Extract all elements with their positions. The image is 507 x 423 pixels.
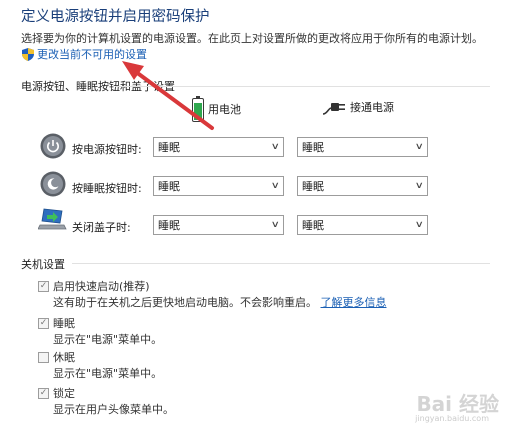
power-button-battery-select[interactable]: 睡眠 ∨ [153, 137, 284, 157]
baidu-watermark: Bai 经验 [416, 392, 499, 416]
sleep-button-row-label: 按睡眠按钮时: [72, 182, 142, 195]
hibernate-checkbox[interactable] [38, 352, 49, 363]
select-value: 睡眠 [302, 141, 324, 154]
select-value: 睡眠 [302, 180, 324, 193]
fast-startup-description: 这有助于在关机之后更快地启动电脑。不会影响重启。 了解更多信息 [53, 294, 387, 310]
change-unavailable-settings-link[interactable]: 更改当前不可用的设置 [22, 46, 147, 62]
chevron-down-icon: ∨ [271, 220, 281, 230]
sleep-button-icon [40, 171, 66, 197]
sleep-label: 睡眠 [53, 317, 75, 330]
chevron-down-icon: ∨ [271, 181, 281, 191]
fast-startup-label: 启用快速启动(推荐) [53, 280, 150, 293]
fast-startup-checkbox[interactable]: ✓ [38, 281, 49, 292]
fast-startup-desc-text: 这有助于在关机之后更快地启动电脑。不会影响重启。 [53, 296, 317, 309]
hibernate-description: 显示在"电源"菜单中。 [53, 367, 163, 380]
lid-close-plugged-select[interactable]: 睡眠 ∨ [297, 215, 428, 235]
chevron-down-icon: ∨ [415, 181, 425, 191]
lock-checkbox[interactable]: ✓ [38, 388, 49, 399]
plug-icon [322, 103, 345, 115]
uac-shield-icon [22, 47, 34, 61]
sleep-checkbox[interactable]: ✓ [38, 318, 49, 329]
select-value: 睡眠 [158, 219, 180, 232]
power-button-row-label: 按电源按钮时: [72, 143, 142, 156]
column-header-plugged-in: 接通电源 [322, 99, 394, 115]
page-title: 定义电源按钮并启用密码保护 [21, 9, 210, 25]
column-label-plugged-in: 接通电源 [350, 101, 394, 114]
change-link-label: 更改当前不可用的设置 [37, 48, 147, 61]
chevron-down-icon: ∨ [415, 220, 425, 230]
lock-label: 锁定 [53, 387, 75, 400]
hibernate-label: 休眠 [53, 351, 75, 364]
sleep-button-battery-select[interactable]: 睡眠 ∨ [153, 176, 284, 196]
baidu-watermark-url: jingyan.baidu.com [415, 414, 489, 423]
section-divider [72, 263, 490, 264]
power-button-icon [40, 133, 66, 159]
lock-description: 显示在用户头像菜单中。 [53, 403, 174, 416]
sleep-button-plugged-select[interactable]: 睡眠 ∨ [297, 176, 428, 196]
column-label-battery: 用电池 [208, 103, 241, 116]
chevron-down-icon: ∨ [415, 142, 425, 152]
column-header-battery: 用电池 [192, 96, 241, 122]
annotation-arrow [122, 61, 214, 130]
select-value: 睡眠 [158, 141, 180, 154]
laptop-lid-icon [38, 208, 67, 230]
select-value: 睡眠 [302, 219, 324, 232]
chevron-down-icon: ∨ [271, 142, 281, 152]
shutdown-settings-section-label: 关机设置 [21, 258, 65, 271]
battery-icon [192, 96, 204, 122]
lid-close-battery-select[interactable]: 睡眠 ∨ [153, 215, 284, 235]
sleep-description: 显示在"电源"菜单中。 [53, 333, 163, 346]
select-value: 睡眠 [158, 180, 180, 193]
power-button-plugged-select[interactable]: 睡眠 ∨ [297, 137, 428, 157]
section-divider [115, 86, 490, 87]
page-subtitle: 选择要为你的计算机设置的电源设置。在此页上对设置所做的更改将应用于你所有的电源计… [21, 32, 483, 45]
lid-close-row-label: 关闭盖子时: [72, 221, 131, 234]
learn-more-link[interactable]: 了解更多信息 [321, 296, 387, 309]
